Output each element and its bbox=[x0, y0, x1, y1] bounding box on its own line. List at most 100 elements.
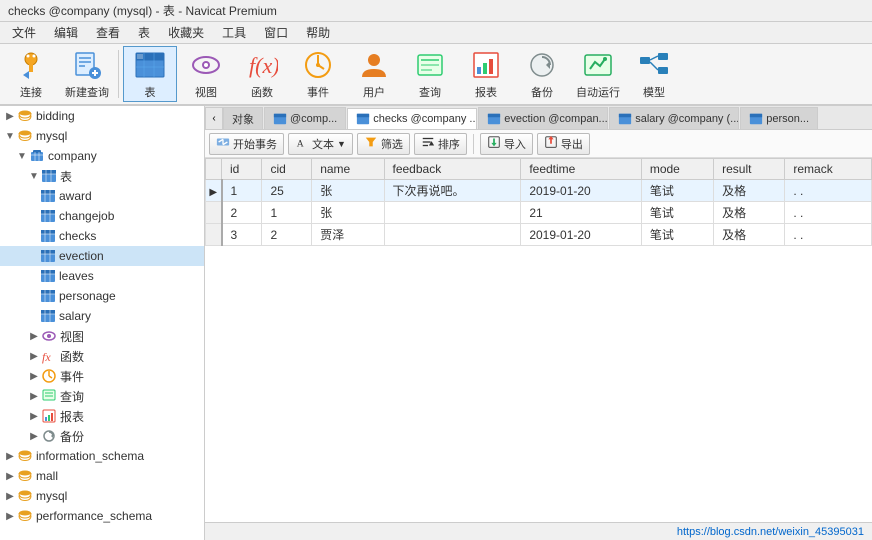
sidebar-item-tables-group[interactable]: ▼ 表 bbox=[0, 166, 204, 186]
sidebar-label-evection: evection bbox=[59, 249, 104, 263]
cell-id[interactable]: 1 bbox=[222, 180, 262, 202]
sidebar-item-leaves[interactable]: leaves bbox=[0, 266, 204, 286]
sidebar-item-award[interactable]: award bbox=[0, 186, 204, 206]
cell-remack[interactable]: . . bbox=[785, 202, 872, 224]
export-btn[interactable]: 导出 bbox=[537, 133, 590, 155]
menu-item-编辑[interactable]: 编辑 bbox=[46, 22, 86, 43]
sidebar-item-events[interactable]: ▶ 事件 bbox=[0, 366, 204, 386]
col-header-name[interactable]: name bbox=[312, 159, 384, 180]
import-btn[interactable]: 导入 bbox=[480, 133, 533, 155]
menu-item-表[interactable]: 表 bbox=[130, 22, 158, 43]
toolbar-table-btn[interactable]: 表 bbox=[123, 46, 177, 102]
cell-name[interactable]: 贾泽 bbox=[312, 224, 384, 246]
expand-arrow-functions: ▶ bbox=[28, 350, 40, 362]
sidebar-item-checks[interactable]: checks bbox=[0, 226, 204, 246]
sidebar-item-queries[interactable]: ▶ 查询 bbox=[0, 386, 204, 406]
sidebar-item-salary[interactable]: salary bbox=[0, 306, 204, 326]
svg-text:A: A bbox=[297, 138, 304, 149]
action-bar: 开始事务 A 文本 ▼ 筛选 bbox=[205, 130, 872, 158]
menu-item-查看[interactable]: 查看 bbox=[88, 22, 128, 43]
cell-id[interactable]: 3 bbox=[222, 224, 262, 246]
sort-btn[interactable]: 排序 bbox=[414, 133, 467, 155]
sidebar-item-evection[interactable]: evection bbox=[0, 246, 204, 266]
action-sep-1 bbox=[473, 134, 474, 154]
tab-objects[interactable]: 对象 bbox=[223, 107, 263, 129]
sidebar-label-mysql: mysql bbox=[36, 129, 67, 143]
sidebar-item-information-schema[interactable]: ▶ information_schema bbox=[0, 446, 204, 466]
sort-label: 排序 bbox=[438, 136, 460, 152]
col-header-cid[interactable]: cid bbox=[262, 159, 312, 180]
sidebar-item-reports[interactable]: ▶ 报表 bbox=[0, 406, 204, 426]
sidebar-item-changejob[interactable]: changejob bbox=[0, 206, 204, 226]
cell-id[interactable]: 2 bbox=[222, 202, 262, 224]
tab-checks[interactable]: checks @company ... bbox=[347, 108, 477, 130]
tab-comp[interactable]: @comp... bbox=[264, 107, 346, 129]
cell-feedtime[interactable]: 2019-01-20 bbox=[521, 224, 642, 246]
table-wrapper[interactable]: id cid name feedback feedtime mode resul… bbox=[205, 158, 872, 522]
table-row[interactable]: 32贾泽 2019-01-20笔试及格. . bbox=[206, 224, 872, 246]
cell-feedtime[interactable]: 2019-01-20 bbox=[521, 180, 642, 202]
cell-cid[interactable]: 25 bbox=[262, 180, 312, 202]
cell-feedtime[interactable]: 21 bbox=[521, 202, 642, 224]
cell-remack[interactable]: . . bbox=[785, 224, 872, 246]
toolbar-backup-btn[interactable]: 备份 bbox=[515, 46, 569, 102]
toolbar-connect-btn[interactable]: 连接 bbox=[4, 46, 58, 102]
menu-item-文件[interactable]: 文件 bbox=[4, 22, 44, 43]
sidebar-item-performance-schema[interactable]: ▶ performance_schema bbox=[0, 506, 204, 526]
table-row[interactable]: ▶125张下次再说吧。2019-01-20笔试及格. . bbox=[206, 180, 872, 202]
col-header-feedback[interactable]: feedback bbox=[384, 159, 521, 180]
toolbar-user-btn[interactable]: 用户 bbox=[347, 46, 401, 102]
cell-result[interactable]: 及格 bbox=[714, 224, 785, 246]
sidebar-item-bidding[interactable]: ▶ bidding bbox=[0, 106, 204, 126]
toolbar-query-btn[interactable]: 查询 bbox=[403, 46, 457, 102]
cell-result[interactable]: 及格 bbox=[714, 180, 785, 202]
toolbar-report-btn[interactable]: 报表 bbox=[459, 46, 513, 102]
filter-btn[interactable]: 筛选 bbox=[357, 133, 410, 155]
sidebar-item-mysql[interactable]: ▼ mysql bbox=[0, 126, 204, 146]
toolbar-autorun-btn[interactable]: 自动运行 bbox=[571, 46, 625, 102]
text-btn[interactable]: A 文本 ▼ bbox=[288, 133, 353, 155]
col-header-remack[interactable]: remack bbox=[785, 159, 872, 180]
cell-feedback[interactable] bbox=[384, 202, 521, 224]
cell-mode[interactable]: 笔试 bbox=[641, 224, 713, 246]
cell-name[interactable]: 张 bbox=[312, 180, 384, 202]
begin-transaction-btn[interactable]: 开始事务 bbox=[209, 133, 284, 155]
cell-cid[interactable]: 1 bbox=[262, 202, 312, 224]
toolbar-newquery-btn[interactable]: 新建查询 bbox=[60, 46, 114, 102]
content-area: ‹ 对象 @comp... bbox=[205, 106, 872, 540]
cell-cid[interactable]: 2 bbox=[262, 224, 312, 246]
cell-remack[interactable]: . . bbox=[785, 180, 872, 202]
cell-mode[interactable]: 笔试 bbox=[641, 180, 713, 202]
begin-transaction-icon bbox=[216, 135, 230, 152]
toolbar-event-btn[interactable]: 事件 bbox=[291, 46, 345, 102]
sidebar-item-functions[interactable]: ▶ fx 函数 bbox=[0, 346, 204, 366]
cell-feedback[interactable]: 下次再说吧。 bbox=[384, 180, 521, 202]
toolbar-model-btn[interactable]: 模型 bbox=[627, 46, 681, 102]
sidebar-item-backups[interactable]: ▶ 备份 bbox=[0, 426, 204, 446]
menu-item-窗口[interactable]: 窗口 bbox=[256, 22, 296, 43]
cell-result[interactable]: 及格 bbox=[714, 202, 785, 224]
tab-person[interactable]: person... bbox=[740, 107, 818, 129]
tab-salary[interactable]: salary @company (... bbox=[609, 107, 739, 129]
sidebar-item-company[interactable]: ▼ company bbox=[0, 146, 204, 166]
toolbar-view-btn[interactable]: 视图 bbox=[179, 46, 233, 102]
cell-mode[interactable]: 笔试 bbox=[641, 202, 713, 224]
tab-evection[interactable]: evection @compan... bbox=[478, 107, 608, 129]
sidebar-item-personage[interactable]: personage bbox=[0, 286, 204, 306]
col-header-mode[interactable]: mode bbox=[641, 159, 713, 180]
sidebar-item-mall[interactable]: ▶ mall bbox=[0, 466, 204, 486]
import-icon bbox=[487, 135, 501, 152]
menu-item-工具[interactable]: 工具 bbox=[214, 22, 254, 43]
menu-item-帮助[interactable]: 帮助 bbox=[298, 22, 338, 43]
tabs-back-btn[interactable]: ‹ bbox=[205, 107, 223, 129]
table-row[interactable]: 21张21笔试及格. . bbox=[206, 202, 872, 224]
cell-name[interactable]: 张 bbox=[312, 202, 384, 224]
toolbar-function-btn[interactable]: f(x) 函数 bbox=[235, 46, 289, 102]
sidebar-item-mysql2[interactable]: ▶ mysql bbox=[0, 486, 204, 506]
cell-feedback[interactable] bbox=[384, 224, 521, 246]
col-header-result[interactable]: result bbox=[714, 159, 785, 180]
col-header-feedtime[interactable]: feedtime bbox=[521, 159, 642, 180]
sidebar-item-views[interactable]: ▶ 视图 bbox=[0, 326, 204, 346]
col-header-id[interactable]: id bbox=[222, 159, 262, 180]
menu-item-收藏夹[interactable]: 收藏夹 bbox=[160, 22, 212, 43]
